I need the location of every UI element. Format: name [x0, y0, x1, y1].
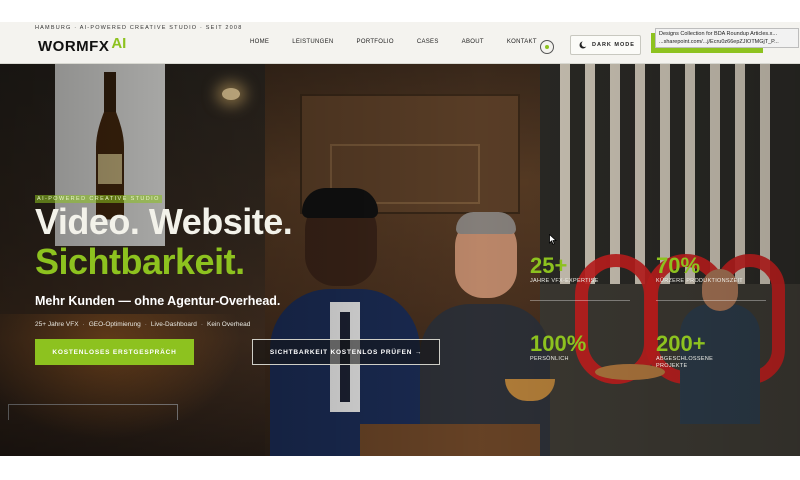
stat-value: 25+ — [530, 253, 568, 278]
nav-item-cases[interactable]: CASES — [417, 39, 439, 45]
stat-personal: 100% PERSÖNLICH — [530, 332, 625, 363]
stat-years: 25+ JAHRE VFX-EXPERTISE — [530, 254, 625, 285]
stat-projects: 200+ ABGESCHLOSSENE PROJEKTE — [656, 332, 718, 370]
feature-item: GEO-Optimierung — [88, 321, 141, 328]
nav-item-home[interactable]: HOME — [250, 39, 269, 45]
stat-label: ABGESCHLOSSENE PROJEKTE — [656, 356, 714, 369]
stat-label: KÜRZERE PRODUKTIONSZEIT — [656, 278, 743, 284]
logo-ai-mark: AI — [111, 35, 127, 52]
nav-item-portfolio[interactable]: PORTFOLIO — [357, 39, 394, 45]
feature-separator: · — [144, 321, 147, 328]
tooltip-line2: ...sharepoint.com/...j/Ecru0z66epZJIOTMG… — [659, 39, 779, 45]
feature-item: 25+ Jahre VFX — [35, 321, 79, 328]
logo-wordmark: WORMFX — [38, 38, 110, 55]
hero-feature-list: 25+ Jahre VFX · GEO-Optimierung · Live-D… — [35, 321, 254, 328]
stat-value: 70% — [656, 253, 701, 278]
hero-headline-line1: Video. Website. — [35, 201, 293, 242]
tooltip-line1: Designs Collection for BDA Roundup Artic… — [659, 31, 778, 37]
feature-separator: · — [200, 321, 203, 328]
status-toggle[interactable] — [540, 40, 554, 54]
stat-value: 100% — [530, 331, 587, 356]
feature-item: Kein Overhead — [206, 321, 251, 328]
status-dot-icon — [545, 45, 549, 49]
site-logo[interactable]: WORMFX AI — [38, 35, 127, 55]
stat-label: JAHRE VFX-EXPERTISE — [530, 278, 599, 284]
stat-value: 200+ — [656, 331, 706, 356]
stat-divider — [656, 300, 766, 301]
stat-label: PERSÖNLICH — [530, 356, 569, 362]
mouse-cursor-icon — [549, 234, 557, 245]
stat-production-time: 70% KÜRZERE PRODUKTIONSZEIT — [656, 254, 751, 285]
nav-item-about[interactable]: ABOUT — [462, 39, 484, 45]
feature-item: Live-Dashboard — [150, 321, 197, 328]
dark-mode-button[interactable]: DARK MODE — [570, 35, 641, 55]
stat-divider — [530, 300, 630, 301]
dark-mode-label: DARK MODE — [592, 42, 635, 48]
moon-icon — [579, 41, 587, 49]
page: AI-POWERED CREATIVE STUDIO Video. Websit… — [0, 0, 800, 480]
nav-item-kontakt[interactable]: KONTAKT — [507, 39, 537, 45]
hero-section: AI-POWERED CREATIVE STUDIO Video. Websit… — [0, 64, 800, 456]
free-consultation-button[interactable]: KOSTENLOSES ERSTGESPRÄCH — [35, 339, 194, 365]
link-tooltip: Designs Collection for BDA Roundup Artic… — [655, 28, 799, 48]
hero-subline: Mehr Kunden — ohne Agentur-Overhead. — [35, 294, 281, 308]
check-visibility-button[interactable]: SICHTBARKEIT KOSTENLOS PRÜFEN → — [252, 339, 440, 365]
header-tagline: HAMBURG · AI-POWERED CREATIVE STUDIO · S… — [35, 25, 243, 31]
main-nav: HOME LEISTUNGEN PORTFOLIO CASES ABOUT KO… — [250, 39, 560, 45]
nav-item-leistungen[interactable]: LEISTUNGEN — [292, 39, 333, 45]
hero-headline-line2: Sichtbarkeit. — [35, 241, 245, 282]
feature-separator: · — [82, 321, 85, 328]
